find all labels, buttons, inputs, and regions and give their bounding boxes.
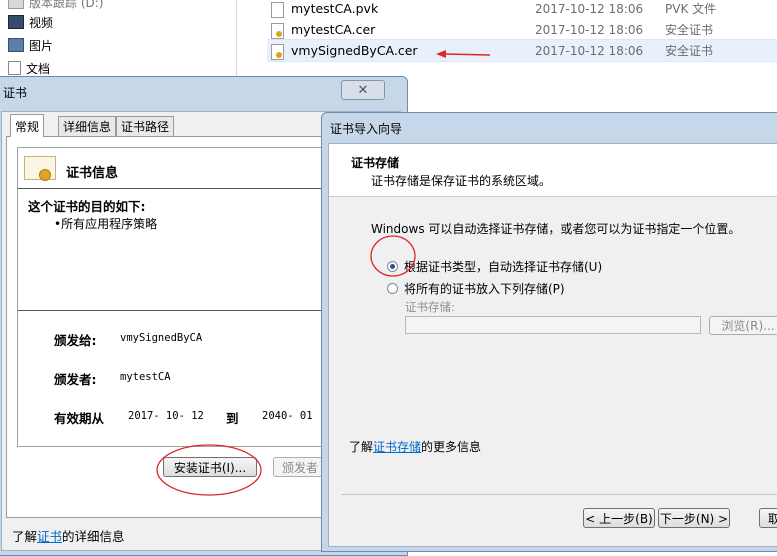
navigation-pane: 版本跟踪 (D:) 视频 图片 文档: [0, 0, 237, 85]
valid-from-label: 有效期从: [54, 411, 105, 426]
file-date: 2017-10-12 18:06: [535, 22, 644, 37]
close-button[interactable]: ✕: [341, 80, 385, 100]
certificate-info-link[interactable]: 证书: [37, 529, 62, 544]
certificate-dialog-titlebar[interactable]: 证书 ✕: [0, 77, 407, 107]
divider: [341, 494, 777, 495]
option-manual-store[interactable]: 将所有的证书放入下列存储(P): [387, 280, 565, 297]
issued-to-value: vmySignedByCA: [120, 332, 203, 344]
option-auto-select-store[interactable]: 根据证书类型，自动选择证书存储(U): [387, 258, 602, 275]
import-wizard-title: 证书导入向导: [330, 122, 403, 136]
wizard-header-title: 证书存储: [351, 156, 400, 170]
learn-more-suffix: 的详细信息: [62, 529, 125, 544]
import-wizard-dialog: 证书导入向导 证书存储 证书存储是保存证书的系统区域。 Windows 可以自动…: [321, 112, 777, 552]
certificate-store-field[interactable]: [405, 316, 701, 334]
certificate-file-icon: [271, 44, 284, 60]
file-row[interactable]: mytestCA.cer 2017-10-12 18:06 安全证书: [267, 19, 777, 40]
certificate-file-icon: [271, 23, 284, 39]
nav-item-label: 图片: [29, 38, 54, 53]
purpose-label: 这个证书的目的如下:: [28, 199, 146, 214]
nav-item-label: 版本跟踪 (D:): [29, 0, 104, 10]
wizard-header: 证书存储 证书存储是保存证书的系统区域。: [329, 144, 777, 197]
file-list: mytestCA.pvk 2017-10-12 18:06 PVK 文件 myt…: [237, 0, 777, 85]
browse-button[interactable]: 浏览(R)...: [709, 316, 777, 335]
nav-item-videos[interactable]: 视频: [8, 12, 53, 32]
nav-item-label: 文档: [26, 61, 51, 76]
picture-icon: [8, 38, 24, 52]
learn-more-prefix: 了解: [12, 529, 38, 544]
issued-by-value: mytestCA: [120, 371, 171, 383]
certificate-icon: [24, 156, 56, 181]
install-certificate-button[interactable]: 安装证书(I)...: [163, 457, 257, 477]
file-type: PVK 文件: [665, 2, 717, 16]
certificate-dialog-title: 证书: [3, 86, 28, 100]
purpose-item: •所有应用程序策略: [54, 217, 158, 231]
video-icon: [8, 15, 24, 29]
learn-more-text: 了解证书存储的更多信息: [349, 438, 481, 455]
valid-from-value: 2017- 10- 12: [128, 410, 204, 422]
nav-item-pictures[interactable]: 图片: [8, 35, 53, 55]
divider: [18, 310, 346, 311]
file-type: 安全证书: [665, 44, 714, 58]
valid-to-value: 2040- 01: [262, 410, 313, 422]
nav-item-drive[interactable]: 版本跟踪 (D:): [8, 0, 103, 12]
valid-to-word: 到: [226, 411, 239, 426]
certificate-info-heading: 证书信息: [66, 166, 119, 181]
drive-icon: [8, 0, 24, 9]
certificate-store-link[interactable]: 证书存储: [373, 440, 421, 454]
radio-checked-icon: [387, 261, 398, 272]
file-date: 2017-10-12 18:06: [535, 1, 644, 16]
wizard-header-description: 证书存储是保存证书的系统区域。: [371, 174, 552, 188]
wizard-description: Windows 可以自动选择证书存储，或者您可以为证书指定一个位置。: [371, 222, 741, 236]
close-icon: ✕: [357, 82, 369, 98]
import-wizard-body: 证书存储 证书存储是保存证书的系统区域。 Windows 可以自动选择证书存储，…: [328, 143, 777, 547]
radio-unchecked-icon: [387, 283, 398, 294]
learn-more-text: 了解证书的详细信息: [12, 526, 125, 545]
file-icon: [271, 2, 284, 18]
store-label: 证书存储:: [405, 300, 455, 314]
issued-by-label: 颁发者:: [54, 372, 97, 387]
learn-more-suffix: 的更多信息: [421, 440, 482, 454]
file-row[interactable]: mytestCA.pvk 2017-10-12 18:06 PVK 文件: [267, 0, 777, 19]
divider: [18, 188, 346, 189]
file-name: mytestCA.cer: [291, 22, 376, 37]
file-date: 2017-10-12 18:06: [535, 43, 644, 58]
learn-more-prefix: 了解: [349, 440, 374, 454]
certificate-info-box: 证书信息 这个证书的目的如下: •所有应用程序策略 颁发给: vmySigned…: [17, 147, 347, 447]
file-type: 安全证书: [665, 23, 714, 37]
tab-details[interactable]: 详细信息: [58, 116, 117, 136]
back-button[interactable]: < 上一步(B): [583, 508, 655, 528]
file-name: mytestCA.pvk: [291, 1, 379, 16]
nav-item-label: 视频: [29, 15, 54, 30]
cancel-button[interactable]: 取: [759, 508, 777, 528]
file-row-selected[interactable]: vmySignedByCA.cer 2017-10-12 18:06 安全证书: [267, 39, 777, 62]
option-manual-label: 将所有的证书放入下列存储(P): [404, 282, 565, 296]
tab-cert-path[interactable]: 证书路径: [116, 116, 175, 136]
file-name: vmySignedByCA.cer: [291, 43, 418, 58]
tab-general[interactable]: 常规: [10, 114, 45, 137]
document-icon: [8, 61, 21, 75]
next-button[interactable]: 下一步(N) >: [658, 508, 730, 528]
nav-item-documents[interactable]: 文档: [8, 58, 50, 78]
issued-to-label: 颁发给:: [54, 333, 97, 348]
option-auto-label: 根据证书类型，自动选择证书存储(U): [404, 260, 603, 274]
